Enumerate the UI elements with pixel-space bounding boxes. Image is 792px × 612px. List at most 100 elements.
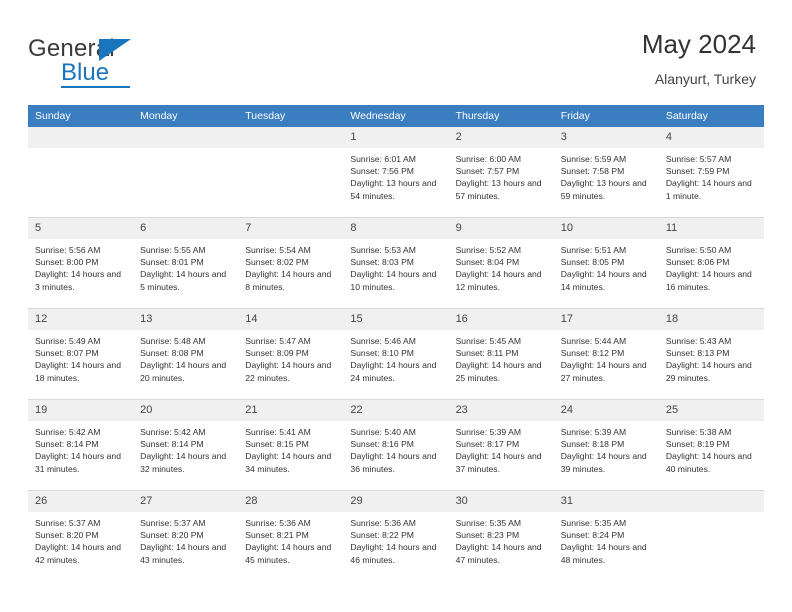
day-details: Sunrise: 5:52 AM Sunset: 8:04 PM Daylight:…	[449, 239, 554, 293]
calendar-cell-day[interactable]: 26 Sunrise: 5:37 AM Sunset: 8:20 PM Dayligh…	[28, 490, 134, 581]
calendar-cell-inner: 5 Sunrise: 5:56 AM Sunset: 8:00 PM Daylight…	[28, 218, 134, 308]
daylight-text: Daylight: 14 hours and 10 minutes.	[350, 269, 437, 292]
calendar-cell-day[interactable]: 23 Sunrise: 5:39 AM Sunset: 8:17 PM Dayligh…	[448, 399, 554, 491]
weekday-header-saturday: Saturday	[658, 105, 764, 127]
day-number: 15	[343, 309, 449, 330]
calendar-cell-day[interactable]: 19 Sunrise: 5:42 AM Sunset: 8:14 PM Dayligh…	[28, 399, 134, 491]
daylight-text: Daylight: 14 hours and 1 minute.	[665, 178, 752, 201]
daylight-text: Daylight: 14 hours and 47 minutes.	[455, 542, 542, 565]
sunrise-text: Sunrise: 5:37 AM	[35, 518, 101, 528]
calendar-cell-day[interactable]: 1 Sunrise: 6:01 AM Sunset: 7:56 PM Daylight…	[343, 127, 449, 218]
calendar-cell-inner: 9 Sunrise: 5:52 AM Sunset: 8:04 PM Daylight…	[448, 218, 554, 308]
day-number: 14	[238, 309, 344, 330]
day-details: Sunrise: 6:01 AM Sunset: 7:56 PM Daylight:…	[343, 148, 448, 202]
weekday-header-row: Sunday Monday Tuesday Wednesday Thursday…	[28, 105, 764, 127]
calendar-cell-inner: 16 Sunrise: 5:45 AM Sunset: 8:11 PM Dayligh…	[448, 309, 554, 399]
calendar-cell-day[interactable]: 18 Sunrise: 5:43 AM Sunset: 8:13 PM Dayligh…	[658, 308, 764, 400]
day-number: 12	[28, 309, 134, 330]
calendar-cell-day[interactable]: 27 Sunrise: 5:37 AM Sunset: 8:20 PM Dayligh…	[133, 490, 239, 581]
sunset-text: Sunset: 8:14 PM	[140, 439, 204, 450]
calendar-cell-day[interactable]: 3 Sunrise: 5:59 AM Sunset: 7:58 PM Daylight…	[553, 127, 659, 218]
daylight-text: Daylight: 14 hours and 45 minutes.	[245, 542, 332, 565]
calendar-cell-inner: 17 Sunrise: 5:44 AM Sunset: 8:12 PM Dayligh…	[553, 309, 659, 399]
day-details: Sunrise: 5:40 AM Sunset: 8:16 PM Daylight:…	[343, 421, 448, 475]
calendar-cell-day[interactable]: 14 Sunrise: 5:47 AM Sunset: 8:09 PM Dayligh…	[238, 308, 344, 400]
day-number: 18	[658, 309, 764, 330]
day-details: Sunrise: 5:56 AM Sunset: 8:00 PM Daylight:…	[28, 239, 133, 293]
calendar-cell-day[interactable]: 2 Sunrise: 6:00 AM Sunset: 7:57 PM Daylight…	[448, 127, 554, 218]
daylight-text: Daylight: 14 hours and 40 minutes.	[665, 451, 752, 474]
calendar-cell-day[interactable]: 17 Sunrise: 5:44 AM Sunset: 8:12 PM Dayligh…	[553, 308, 659, 400]
brand-logo[interactable]: General Blue	[28, 36, 228, 92]
day-number	[238, 127, 344, 148]
daylight-text: Daylight: 14 hours and 42 minutes.	[35, 542, 121, 565]
daylight-text: Daylight: 14 hours and 12 minutes.	[455, 269, 542, 292]
sunrise-text: Sunrise: 5:50 AM	[665, 245, 732, 255]
sunset-text: Sunset: 8:03 PM	[350, 257, 414, 268]
calendar-cell-day[interactable]: 22 Sunrise: 5:40 AM Sunset: 8:16 PM Dayligh…	[343, 399, 449, 491]
calendar-grid: Sunday Monday Tuesday Wednesday Thursday…	[28, 105, 764, 581]
calendar-cell-day[interactable]: 10 Sunrise: 5:51 AM Sunset: 8:05 PM Dayligh…	[553, 217, 659, 309]
daylight-text: Daylight: 14 hours and 20 minutes.	[140, 360, 227, 383]
calendar-cell-day[interactable]: 4 Sunrise: 5:57 AM Sunset: 7:59 PM Daylight…	[658, 127, 764, 218]
sunset-text: Sunset: 8:13 PM	[665, 348, 730, 359]
day-details: Sunrise: 5:59 AM Sunset: 7:58 PM Daylight:…	[554, 148, 659, 202]
day-details: Sunrise: 5:41 AM Sunset: 8:15 PM Daylight:…	[238, 421, 343, 475]
sunrise-text: Sunrise: 5:45 AM	[455, 336, 522, 346]
calendar-cell-day[interactable]: 20 Sunrise: 5:42 AM Sunset: 8:14 PM Dayligh…	[133, 399, 239, 491]
sunrise-text: Sunrise: 5:36 AM	[245, 518, 311, 528]
calendar-cell-day[interactable]: 25 Sunrise: 5:38 AM Sunset: 8:19 PM Dayligh…	[658, 399, 764, 491]
weekday-header-thursday: Thursday	[448, 105, 554, 127]
sunset-text: Sunset: 7:58 PM	[560, 166, 625, 177]
calendar-cell-day[interactable]: 29 Sunrise: 5:36 AM Sunset: 8:22 PM Dayligh…	[343, 490, 449, 581]
calendar-cell-day[interactable]: 6 Sunrise: 5:55 AM Sunset: 8:01 PM Daylight…	[133, 217, 239, 309]
sunrise-text: Sunrise: 5:46 AM	[350, 336, 416, 346]
day-number: 27	[133, 491, 239, 512]
calendar-cell-day[interactable]: 12 Sunrise: 5:49 AM Sunset: 8:07 PM Dayligh…	[28, 308, 134, 400]
sunrise-text: Sunrise: 5:56 AM	[35, 245, 101, 255]
calendar-week-row: 12 Sunrise: 5:49 AM Sunset: 8:07 PM Dayligh…	[28, 308, 764, 400]
daylight-text: Daylight: 14 hours and 16 minutes.	[665, 269, 752, 292]
sunrise-text: Sunrise: 5:42 AM	[140, 427, 206, 437]
daylight-text: Daylight: 14 hours and 25 minutes.	[455, 360, 542, 383]
sunrise-text: Sunrise: 5:36 AM	[350, 518, 416, 528]
brand-underline	[61, 86, 130, 88]
day-number: 2	[448, 127, 554, 148]
calendar-cell-day[interactable]: 5 Sunrise: 5:56 AM Sunset: 8:00 PM Daylight…	[28, 217, 134, 309]
calendar-cell-inner	[658, 491, 764, 581]
calendar-cell-day[interactable]: 15 Sunrise: 5:46 AM Sunset: 8:10 PM Dayligh…	[343, 308, 449, 400]
sunset-text: Sunset: 8:10 PM	[350, 348, 414, 359]
calendar-cell-inner: 13 Sunrise: 5:48 AM Sunset: 8:08 PM Dayligh…	[133, 309, 239, 399]
weekday-header-friday: Friday	[553, 105, 659, 127]
calendar-cell-day[interactable]: 30 Sunrise: 5:35 AM Sunset: 8:23 PM Dayligh…	[448, 490, 554, 581]
daylight-text: Daylight: 14 hours and 39 minutes.	[560, 451, 647, 474]
calendar-cell-day[interactable]: 24 Sunrise: 5:39 AM Sunset: 8:18 PM Dayligh…	[553, 399, 659, 491]
sunrise-text: Sunrise: 5:48 AM	[140, 336, 206, 346]
calendar-cell-day[interactable]: 28 Sunrise: 5:36 AM Sunset: 8:21 PM Dayligh…	[238, 490, 344, 581]
sunrise-text: Sunrise: 6:00 AM	[455, 154, 522, 164]
calendar-cell-day[interactable]: 8 Sunrise: 5:53 AM Sunset: 8:03 PM Daylight…	[343, 217, 449, 309]
calendar-cell-inner: 3 Sunrise: 5:59 AM Sunset: 7:58 PM Daylight…	[553, 127, 659, 217]
sunset-text: Sunset: 8:02 PM	[245, 257, 309, 268]
daylight-text: Daylight: 14 hours and 37 minutes.	[455, 451, 542, 474]
day-details: Sunrise: 5:35 AM Sunset: 8:23 PM Daylight:…	[449, 512, 554, 566]
sunset-text: Sunset: 8:12 PM	[560, 348, 625, 359]
calendar-cell-day[interactable]: 31 Sunrise: 5:35 AM Sunset: 8:24 PM Dayligh…	[553, 490, 659, 581]
sunset-text: Sunset: 7:57 PM	[455, 166, 520, 177]
calendar-cell-day[interactable]: 13 Sunrise: 5:48 AM Sunset: 8:08 PM Dayligh…	[133, 308, 239, 400]
calendar-cell-day[interactable]: 7 Sunrise: 5:54 AM Sunset: 8:02 PM Daylight…	[238, 217, 344, 309]
day-number: 13	[133, 309, 239, 330]
calendar-cell-inner: 26 Sunrise: 5:37 AM Sunset: 8:20 PM Dayligh…	[28, 491, 134, 581]
daylight-text: Daylight: 14 hours and 22 minutes.	[245, 360, 332, 383]
daylight-text: Daylight: 13 hours and 54 minutes.	[350, 178, 437, 201]
day-details: Sunrise: 5:39 AM Sunset: 8:17 PM Daylight:…	[449, 421, 554, 475]
calendar-cell-day[interactable]: 16 Sunrise: 5:45 AM Sunset: 8:11 PM Dayligh…	[448, 308, 554, 400]
day-number: 5	[28, 218, 134, 239]
calendar-cell-day[interactable]: 21 Sunrise: 5:41 AM Sunset: 8:15 PM Dayligh…	[238, 399, 344, 491]
day-number: 30	[448, 491, 554, 512]
calendar-cell-day[interactable]: 11 Sunrise: 5:50 AM Sunset: 8:06 PM Dayligh…	[658, 217, 764, 309]
daylight-text: Daylight: 14 hours and 43 minutes.	[140, 542, 227, 565]
calendar-cell-day[interactable]: 9 Sunrise: 5:52 AM Sunset: 8:04 PM Daylight…	[448, 217, 554, 309]
calendar-cell-inner: 12 Sunrise: 5:49 AM Sunset: 8:07 PM Dayligh…	[28, 309, 134, 399]
calendar-weekday-header: Sunday Monday Tuesday Wednesday Thursday…	[28, 105, 764, 127]
